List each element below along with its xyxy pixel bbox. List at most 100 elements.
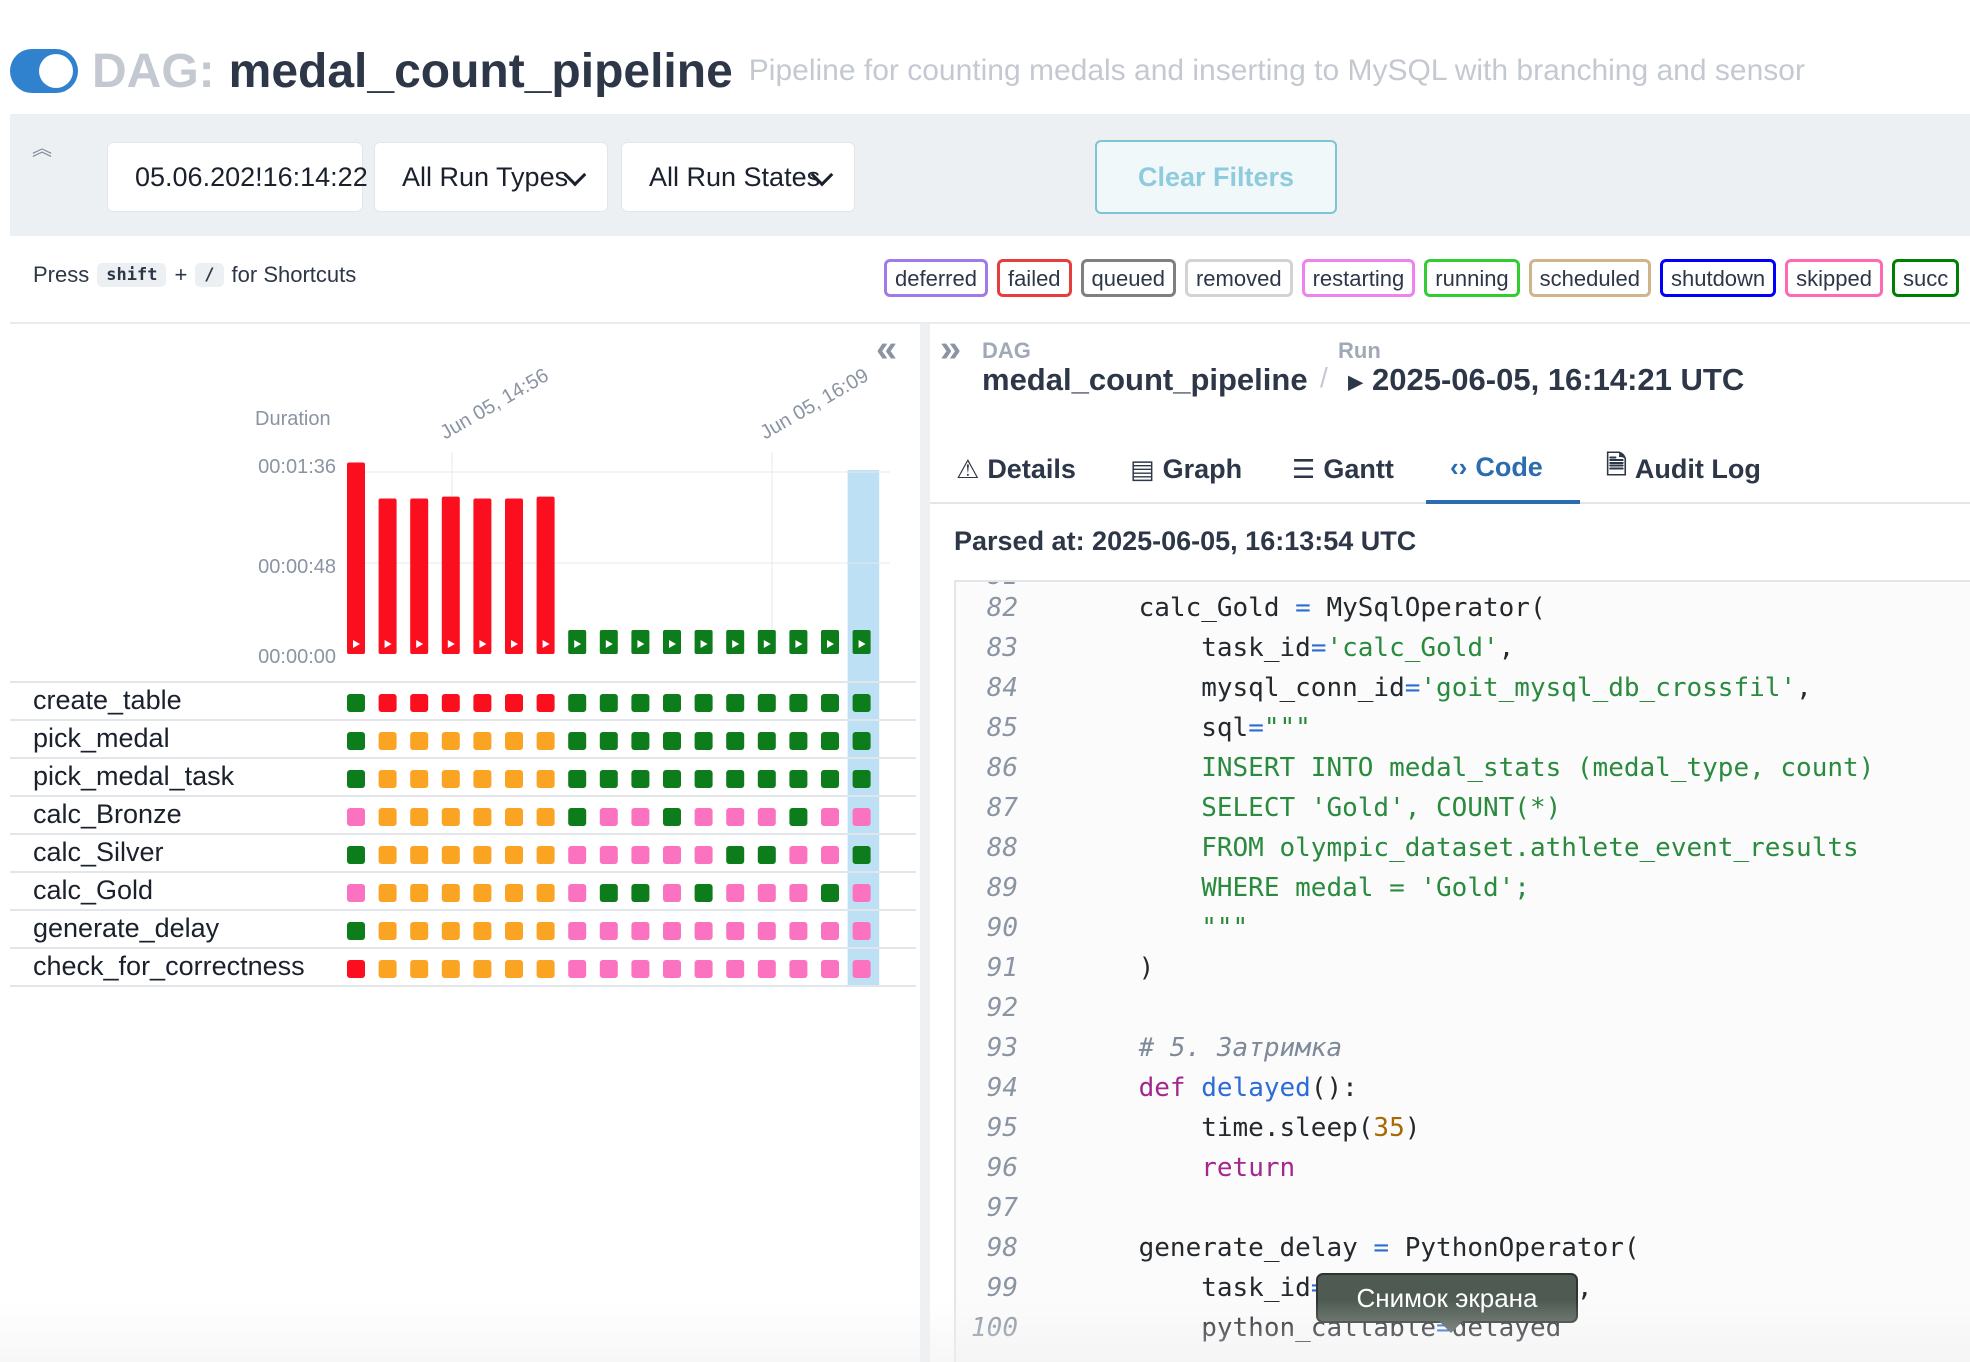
task-instance-cell [694,808,713,826]
task-instance-cell [694,960,713,978]
task-instance-cell [347,922,365,940]
dag-prefix: DAG: [92,44,215,98]
task-instance-cell [821,960,839,978]
task-instance-cell [631,732,650,750]
task-instance-cell [663,922,681,940]
task-instance-cell [726,732,745,750]
task-instance-cell [663,846,681,864]
task-instance-cell [378,922,397,940]
task-instance-cell [631,922,650,940]
shortcuts-plus: + [174,262,188,287]
task-instance-cell [757,884,776,902]
task-name-pick_medal[interactable]: pick_medal [33,723,170,754]
toggle-knob [39,54,73,88]
dag-pause-toggle[interactable] [10,49,78,93]
task-instance-cell [347,846,365,864]
task-instance-cell [852,732,871,750]
line-number: 87 [986,793,1018,823]
task-name-calc_Gold[interactable]: calc_Gold [33,875,153,906]
task-instance-cell [821,922,839,940]
expand-panel-icon[interactable]: » [940,328,961,371]
legend-queued[interactable]: queued [1080,259,1176,297]
task-instance-cell [410,732,429,750]
task-instance-cell [726,694,745,712]
task-instance-cell [789,770,808,788]
task-instance-cell [536,770,555,788]
task-instance-cell [505,694,523,712]
legend-skipped[interactable]: skipped [1785,259,1884,297]
run-bar [473,498,492,654]
code-text: return [1201,1153,1296,1183]
code-line: 86 INSERT INTO medal_stats (medal_type, … [956,748,1970,788]
filter-bar: ︽ 05.06.202!16:14:22 All Run Types All R… [10,114,1970,236]
task-instance-cell [378,732,397,750]
task-instance-cell [726,846,745,864]
run-bar [410,498,429,654]
panel-resizer[interactable] [920,324,930,1362]
code-line: 87 SELECT 'Gold', COUNT(*) [956,788,1970,828]
run-types-select[interactable]: All Run Types [374,142,608,212]
task-instance-cell [789,884,808,902]
task-instance-cell [821,846,839,864]
code-line: 82 calc_Gold = MySqlOperator( [956,588,1970,628]
legend-failed[interactable]: failed [996,259,1072,297]
code-viewer[interactable]: 8182 calc_Gold = MySqlOperator(83 task_i… [954,580,1970,1362]
tab-audit-log[interactable]: 🗎 Audit Log [1606,434,1761,504]
breadcrumb-dag[interactable]: medal_count_pipeline [982,362,1308,398]
tab-code[interactable]: ‹› Code [1426,434,1580,504]
task-instance-cell [410,808,429,826]
task-instance-cell [441,922,460,940]
task-instance-cell [378,770,397,788]
task-instance-cell [536,846,555,864]
collapse-filters-icon[interactable]: ︽ [32,132,52,161]
task-name-pick_medal_task[interactable]: pick_medal_task [33,761,234,792]
legend-restarting[interactable]: restarting [1301,259,1416,297]
tab-gantt[interactable]: ☰ Gantt [1292,434,1394,504]
task-name-calc_Silver[interactable]: calc_Silver [33,837,164,868]
code-text: # 5. Затримка [1138,1033,1343,1063]
task-instance-cell [505,808,523,826]
task-instance-cell [505,960,523,978]
clear-filters-button[interactable]: Clear Filters [1095,140,1337,214]
gantt-icon: ☰ [1292,453,1316,484]
legend-running[interactable]: running [1424,259,1520,297]
task-instance-cell [347,694,365,712]
task-name-create_table[interactable]: create_table [33,685,182,716]
legend-shutdown[interactable]: shutdown [1659,259,1777,297]
graph-icon: ▤ [1130,453,1155,484]
task-instance-cell [663,808,681,826]
task-instance-cell [789,694,808,712]
run-states-select[interactable]: All Run States [621,142,855,212]
breadcrumb-run[interactable]: ▶ 2025-06-05, 16:14:21 UTC [1348,362,1744,398]
task-instance-cell [441,694,460,712]
task-instance-cell [568,808,587,826]
tab-bar: ⚠ Details ▤ Graph ☰ Gantt ‹› Code 🗎 Audi… [930,434,1970,504]
tab-details[interactable]: ⚠ Details [956,434,1076,504]
state-legend: deferred failed queued removed restarting run… [884,259,1970,299]
task-instance-cell [663,770,681,788]
task-instance-cell [694,694,713,712]
task-name-check_for_correctness[interactable]: check_for_correctness [33,951,305,982]
task-instance-cell [536,732,555,750]
task-instance-cell [410,922,429,940]
task-instance-cell [347,960,365,978]
code-line: 89 WHERE medal = 'Gold'; [956,868,1970,908]
task-name-generate_delay[interactable]: generate_delay [33,913,219,944]
task-instance-cell [694,770,713,788]
task-instance-cell [473,922,492,940]
legend-succ[interactable]: succ [1892,259,1960,297]
date-filter-input[interactable]: 05.06.202!16:14:22 [107,142,368,212]
task-instance-cell [694,732,713,750]
legend-removed[interactable]: removed [1184,259,1293,297]
task-instance-cell [536,922,555,940]
task-instance-cell [347,808,365,826]
task-name-calc_Bronze[interactable]: calc_Bronze [33,799,182,830]
task-instance-cell [852,808,871,826]
task-instance-cell [599,922,618,940]
task-instance-cell [663,884,681,902]
legend-scheduled[interactable]: scheduled [1528,259,1651,297]
tab-graph[interactable]: ▤ Graph [1130,434,1242,504]
legend-deferred[interactable]: deferred [884,259,988,297]
line-number: 95 [986,1113,1018,1143]
run-types-value: All Run Types [402,161,569,192]
